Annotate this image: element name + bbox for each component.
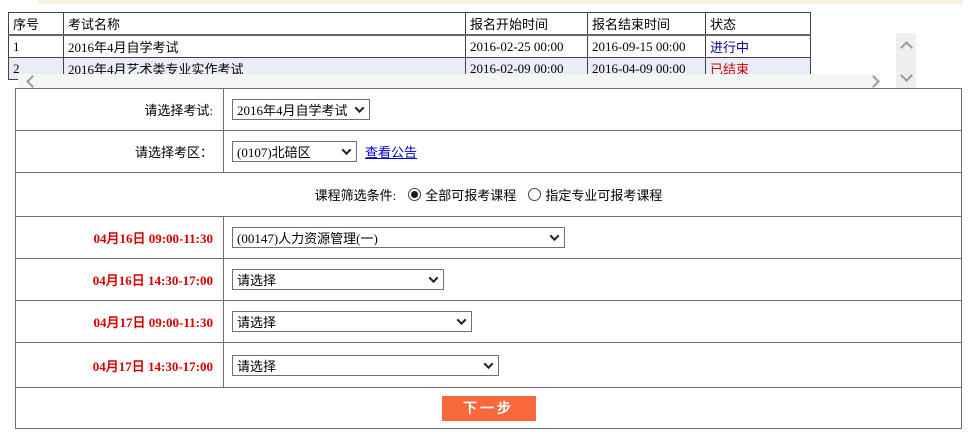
radio-all-courses[interactable] (408, 188, 421, 201)
registration-form: 请选择考试: 2016年4月自学考试 请选择考区： (0107)北碚区 查看公告 (15, 88, 962, 429)
session-course-select-3[interactable]: 请选择 (232, 311, 472, 332)
horizontal-scrollbar-track[interactable] (18, 74, 880, 89)
district-select-value: (0107)北碚区 (237, 142, 311, 161)
exam-status-badge: 进行中 (706, 35, 811, 58)
exam-select-value: 2016年4月自学考试 (237, 100, 348, 119)
column-header-seq: 序号 (9, 13, 64, 36)
radio-specified-major-courses[interactable] (528, 188, 541, 201)
session-course-select-4[interactable]: 请选择 (232, 355, 499, 376)
session-row-4: 04月17日 14:30-17:00 请选择 (16, 343, 961, 388)
dropdown-arrow-icon (429, 273, 439, 283)
exam-table-row-1[interactable]: 1 2016年4月自学考试 2016-02-25 00:00 2016-09-1… (9, 35, 811, 58)
next-step-button[interactable]: 下一步 (442, 396, 536, 421)
session-time-label: 04月16日 14:30-17:00 (16, 259, 224, 300)
column-header-exam-name: 考试名称 (64, 13, 466, 36)
chevron-down-icon[interactable] (900, 69, 913, 82)
dropdown-arrow-icon (342, 145, 352, 155)
exam-select-row: 请选择考试: 2016年4月自学考试 (16, 89, 961, 131)
exam-end-time: 2016-09-15 00:00 (588, 35, 706, 58)
session-course-select-2[interactable]: 请选择 (232, 269, 444, 290)
session-row-1: 04月16日 09:00-11:30 (00147)人力资源管理(一) (16, 217, 961, 259)
column-header-status: 状态 (706, 13, 811, 36)
view-notice-link[interactable]: 查看公告 (365, 142, 417, 161)
course-filter-label: 课程筛选条件: (315, 185, 397, 204)
course-filter-row: 课程筛选条件: 全部可报考课程 指定专业可报考课程 (16, 173, 961, 217)
session-time-label: 04月16日 09:00-11:30 (16, 217, 224, 258)
vertical-scrollbar-track[interactable] (896, 33, 916, 89)
district-select[interactable]: (0107)北碚区 (232, 141, 357, 162)
exam-list-table: 序号 考试名称 报名开始时间 报名结束时间 状态 1 2016年4月自学考试 2… (8, 12, 811, 80)
exam-seq: 1 (9, 35, 64, 58)
exam-table-header-row: 序号 考试名称 报名开始时间 报名结束时间 状态 (9, 13, 811, 36)
column-header-start-time: 报名开始时间 (466, 13, 588, 36)
session-course-value: (00147)人力资源管理(一) (237, 228, 378, 247)
session-time-label: 04月17日 09:00-11:30 (16, 301, 224, 342)
session-row-2: 04月16日 14:30-17:00 请选择 (16, 259, 961, 301)
district-select-label: 请选择考区： (16, 131, 224, 172)
column-header-end-time: 报名结束时间 (588, 13, 706, 36)
dropdown-arrow-icon (355, 103, 365, 113)
session-course-value: 请选择 (237, 312, 276, 331)
next-button-row: 下一步 (16, 388, 961, 428)
exam-start-time: 2016-02-25 00:00 (466, 35, 588, 58)
chevron-up-icon[interactable] (900, 41, 913, 54)
session-course-value: 请选择 (237, 270, 276, 289)
dropdown-arrow-icon (457, 315, 467, 325)
radio-all-courses-label: 全部可报考课程 (425, 185, 516, 204)
dropdown-arrow-icon (484, 359, 494, 369)
exam-name: 2016年4月自学考试 (64, 35, 466, 58)
session-course-value: 请选择 (237, 356, 276, 375)
session-row-3: 04月17日 09:00-11:30 请选择 (16, 301, 961, 343)
exam-registration-page: 序号 考试名称 报名开始时间 报名结束时间 状态 1 2016年4月自学考试 2… (0, 0, 977, 437)
session-course-select-1[interactable]: (00147)人力资源管理(一) (232, 227, 565, 248)
district-select-row: 请选择考区： (0107)北碚区 查看公告 (16, 131, 961, 173)
session-time-label: 04月17日 14:30-17:00 (16, 343, 224, 387)
top-banner-strip (38, 0, 963, 4)
exam-select-label: 请选择考试: (16, 89, 224, 130)
dropdown-arrow-icon (550, 231, 560, 241)
radio-specified-major-courses-label: 指定专业可报考课程 (545, 185, 662, 204)
exam-select[interactable]: 2016年4月自学考试 (232, 99, 370, 120)
